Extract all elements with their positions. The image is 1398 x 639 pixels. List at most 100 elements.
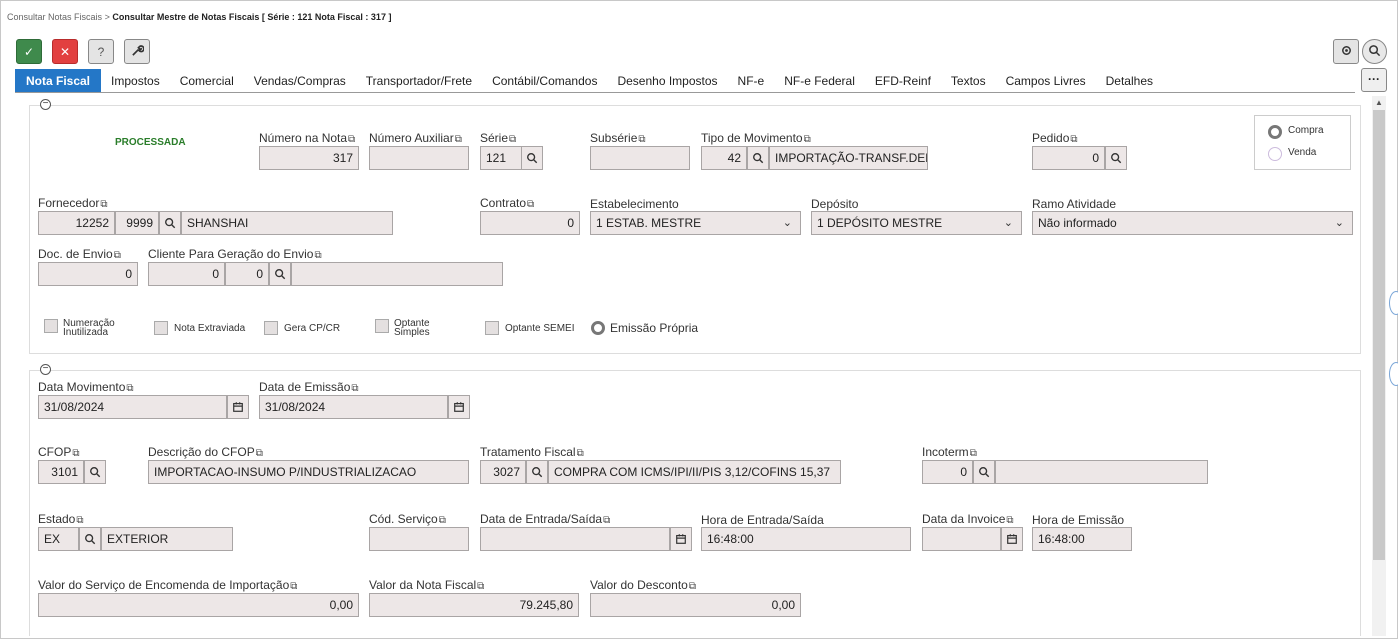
hent-field[interactable]: 16:48:00 bbox=[701, 527, 911, 551]
radio-compra[interactable] bbox=[1268, 125, 1282, 139]
checkbox-gera-cp[interactable] bbox=[264, 321, 278, 335]
copy-icon[interactable]: ⧉ bbox=[527, 199, 534, 210]
copy-icon[interactable]: ⧉ bbox=[72, 448, 79, 459]
cliente-search-button[interactable] bbox=[269, 262, 291, 286]
trat-search-button[interactable] bbox=[526, 460, 548, 484]
cfop-field[interactable]: 3101 bbox=[38, 460, 84, 484]
copy-icon[interactable]: ⧉ bbox=[126, 383, 133, 394]
tab-transportador-frete[interactable]: Transportador/Frete bbox=[356, 69, 482, 92]
copy-icon[interactable]: ⧉ bbox=[638, 134, 645, 145]
search-button[interactable] bbox=[1362, 39, 1387, 64]
serie-field[interactable]: 121 bbox=[480, 146, 522, 170]
estado-field[interactable]: EX bbox=[38, 527, 79, 551]
subserie-field[interactable] bbox=[590, 146, 690, 170]
vserv-field[interactable]: 0,00 bbox=[38, 593, 359, 617]
tab-vendas-compras[interactable]: Vendas/Compras bbox=[244, 69, 356, 92]
copy-icon[interactable]: ⧉ bbox=[970, 448, 977, 459]
collapse-section-1-icon[interactable]: − bbox=[40, 99, 51, 110]
dent-field[interactable] bbox=[480, 527, 670, 551]
tab-efd-reinf[interactable]: EFD-Reinf bbox=[865, 69, 941, 92]
copy-icon[interactable]: ⧉ bbox=[290, 581, 297, 592]
tab-cont-bil-comandos[interactable]: Contábil/Comandos bbox=[482, 69, 607, 92]
inco-field[interactable]: 0 bbox=[922, 460, 973, 484]
copy-icon[interactable]: ⧉ bbox=[114, 250, 121, 261]
tipo-code-field[interactable]: 42 bbox=[701, 146, 747, 170]
dmov-field[interactable]: 31/08/2024 bbox=[38, 395, 227, 419]
ramo-select[interactable]: Não informado ⌄ bbox=[1032, 211, 1353, 235]
confirm-button[interactable]: ✓ bbox=[16, 39, 42, 64]
checkbox-numeracao[interactable] bbox=[44, 319, 58, 333]
vertical-scrollbar[interactable]: ▲ bbox=[1372, 96, 1386, 636]
scroll-thumb[interactable] bbox=[1373, 110, 1385, 560]
hemi-field[interactable]: 16:48:00 bbox=[1032, 527, 1132, 551]
pedido-search-button[interactable] bbox=[1105, 146, 1127, 170]
side-handle-1[interactable] bbox=[1389, 291, 1398, 315]
copy-icon[interactable]: ⧉ bbox=[1070, 134, 1077, 145]
fornecedor-code-field[interactable]: 12252 bbox=[38, 211, 115, 235]
checkbox-extraviada[interactable] bbox=[154, 321, 168, 335]
radio-venda[interactable] bbox=[1268, 147, 1282, 161]
dmov-calendar-button[interactable] bbox=[227, 395, 249, 419]
copy-icon[interactable]: ⧉ bbox=[439, 515, 446, 526]
serie-search-button[interactable] bbox=[521, 146, 543, 170]
collapse-section-2-icon[interactable]: − bbox=[40, 364, 51, 375]
copy-icon[interactable]: ⧉ bbox=[1006, 515, 1013, 526]
estab-select[interactable]: 1 ESTAB. MESTRE ⌄ bbox=[590, 211, 801, 235]
copy-icon[interactable]: ⧉ bbox=[100, 199, 107, 210]
copy-icon[interactable]: ⧉ bbox=[477, 581, 484, 592]
side-handle-2[interactable] bbox=[1389, 362, 1398, 386]
scroll-up-icon[interactable]: ▲ bbox=[1375, 98, 1383, 107]
copy-icon[interactable]: ⧉ bbox=[348, 134, 355, 145]
checkbox-simples[interactable] bbox=[375, 319, 389, 333]
tipo-search-button[interactable] bbox=[747, 146, 769, 170]
tab-nf-e-federal[interactable]: NF-e Federal bbox=[774, 69, 865, 92]
tab-campos-livres[interactable]: Campos Livres bbox=[996, 69, 1096, 92]
copy-icon[interactable]: ⧉ bbox=[455, 134, 462, 145]
help-button[interactable]: ? bbox=[88, 39, 114, 64]
demi-calendar-button[interactable] bbox=[448, 395, 470, 419]
tab-nf-e[interactable]: NF-e bbox=[728, 69, 775, 92]
cliente-sub-field[interactable]: 0 bbox=[225, 262, 269, 286]
more-tabs-button[interactable]: ··· bbox=[1361, 68, 1387, 92]
copy-icon[interactable]: ⧉ bbox=[256, 448, 263, 459]
vnf-field[interactable]: 79.245,80 bbox=[369, 593, 579, 617]
dinv-field[interactable] bbox=[922, 527, 1001, 551]
cancel-button[interactable]: ✕ bbox=[52, 39, 78, 64]
tools-button[interactable] bbox=[124, 39, 150, 64]
tab-impostos[interactable]: Impostos bbox=[101, 69, 170, 92]
dinv-calendar-button[interactable] bbox=[1001, 527, 1023, 551]
copy-icon[interactable]: ⧉ bbox=[804, 134, 811, 145]
tab-detalhes[interactable]: Detalhes bbox=[1096, 69, 1163, 92]
checkbox-semei[interactable] bbox=[485, 321, 499, 335]
doc-envio-field[interactable]: 0 bbox=[38, 262, 138, 286]
tab-textos[interactable]: Textos bbox=[941, 69, 996, 92]
numero-field[interactable]: 317 bbox=[259, 146, 359, 170]
servico-field[interactable] bbox=[369, 527, 469, 551]
copy-icon[interactable]: ⧉ bbox=[314, 250, 321, 261]
toggle-emissao[interactable] bbox=[591, 321, 605, 335]
cliente-code-field[interactable]: 0 bbox=[148, 262, 225, 286]
breadcrumb-parent[interactable]: Consultar Notas Fiscais bbox=[7, 12, 102, 22]
tab-nota-fiscal[interactable]: Nota Fiscal bbox=[15, 69, 102, 92]
deposito-select[interactable]: 1 DEPÓSITO MESTRE ⌄ bbox=[811, 211, 1022, 235]
cfop-search-button[interactable] bbox=[84, 460, 106, 484]
copy-icon[interactable]: ⧉ bbox=[509, 134, 516, 145]
copy-icon[interactable]: ⧉ bbox=[689, 581, 696, 592]
demi-field[interactable]: 31/08/2024 bbox=[259, 395, 448, 419]
pedido-field[interactable]: 0 bbox=[1032, 146, 1105, 170]
fornecedor-search-button[interactable] bbox=[159, 211, 181, 235]
tab-desenho-impostos[interactable]: Desenho Impostos bbox=[607, 69, 727, 92]
aux-field[interactable] bbox=[369, 146, 469, 170]
trat-code-field[interactable]: 3027 bbox=[480, 460, 526, 484]
dent-calendar-button[interactable] bbox=[670, 527, 692, 551]
vdesc-field[interactable]: 0,00 bbox=[590, 593, 801, 617]
copy-icon[interactable]: ⧉ bbox=[603, 515, 610, 526]
contrato-field[interactable]: 0 bbox=[480, 211, 580, 235]
estado-search-button[interactable] bbox=[79, 527, 101, 551]
inco-search-button[interactable] bbox=[973, 460, 995, 484]
settings-button[interactable] bbox=[1333, 39, 1359, 64]
copy-icon[interactable]: ⧉ bbox=[577, 448, 584, 459]
copy-icon[interactable]: ⧉ bbox=[76, 515, 83, 526]
fornecedor-sub-field[interactable]: 9999 bbox=[115, 211, 159, 235]
copy-icon[interactable]: ⧉ bbox=[351, 383, 358, 394]
